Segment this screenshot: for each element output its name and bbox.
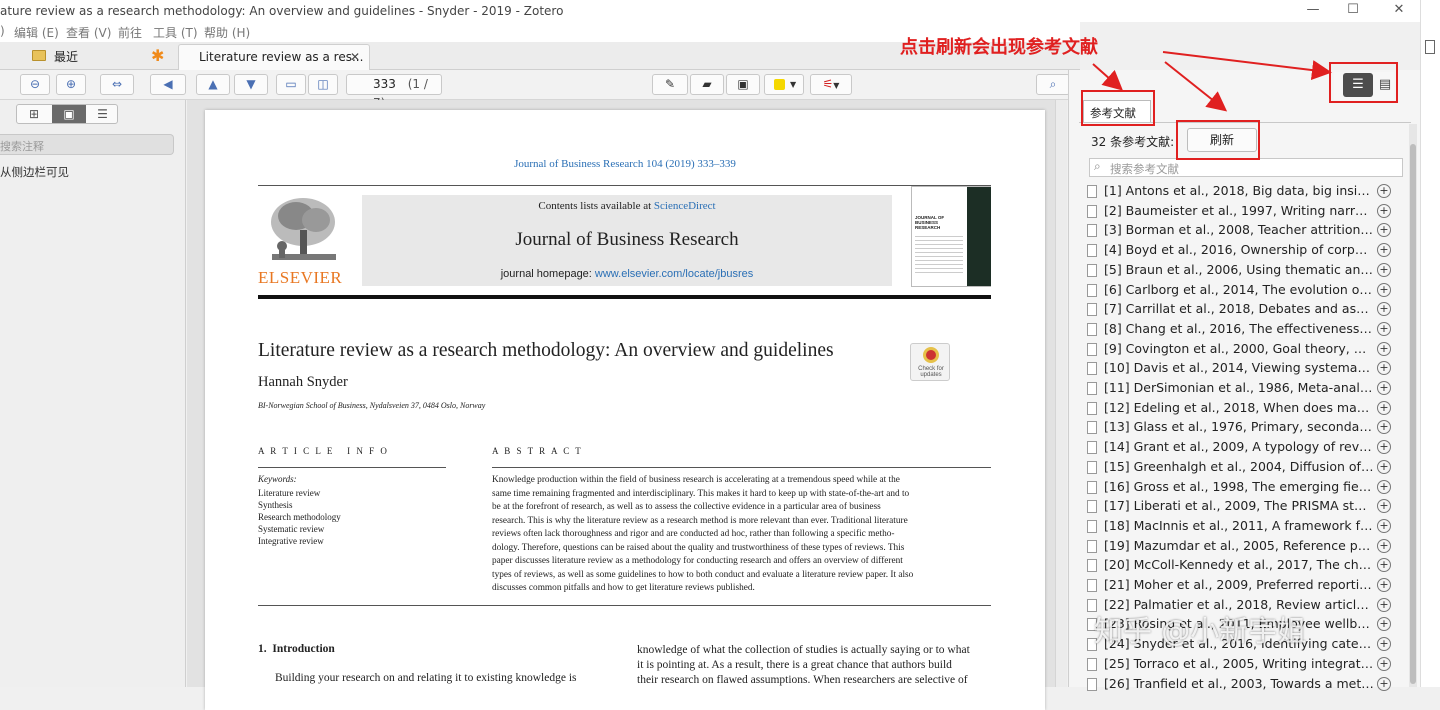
watermark: 知乎 @小新宇姐 [1094, 614, 1307, 648]
arrow-to-tab [1092, 63, 1123, 91]
arrow-to-toggle [1162, 51, 1332, 81]
annotation-arrows [1092, 51, 1332, 112]
arrow-to-refresh [1164, 61, 1228, 112]
highlight-box-tab [1081, 90, 1155, 126]
highlight-box-toggle [1329, 62, 1398, 103]
highlight-box-refresh [1176, 120, 1260, 160]
